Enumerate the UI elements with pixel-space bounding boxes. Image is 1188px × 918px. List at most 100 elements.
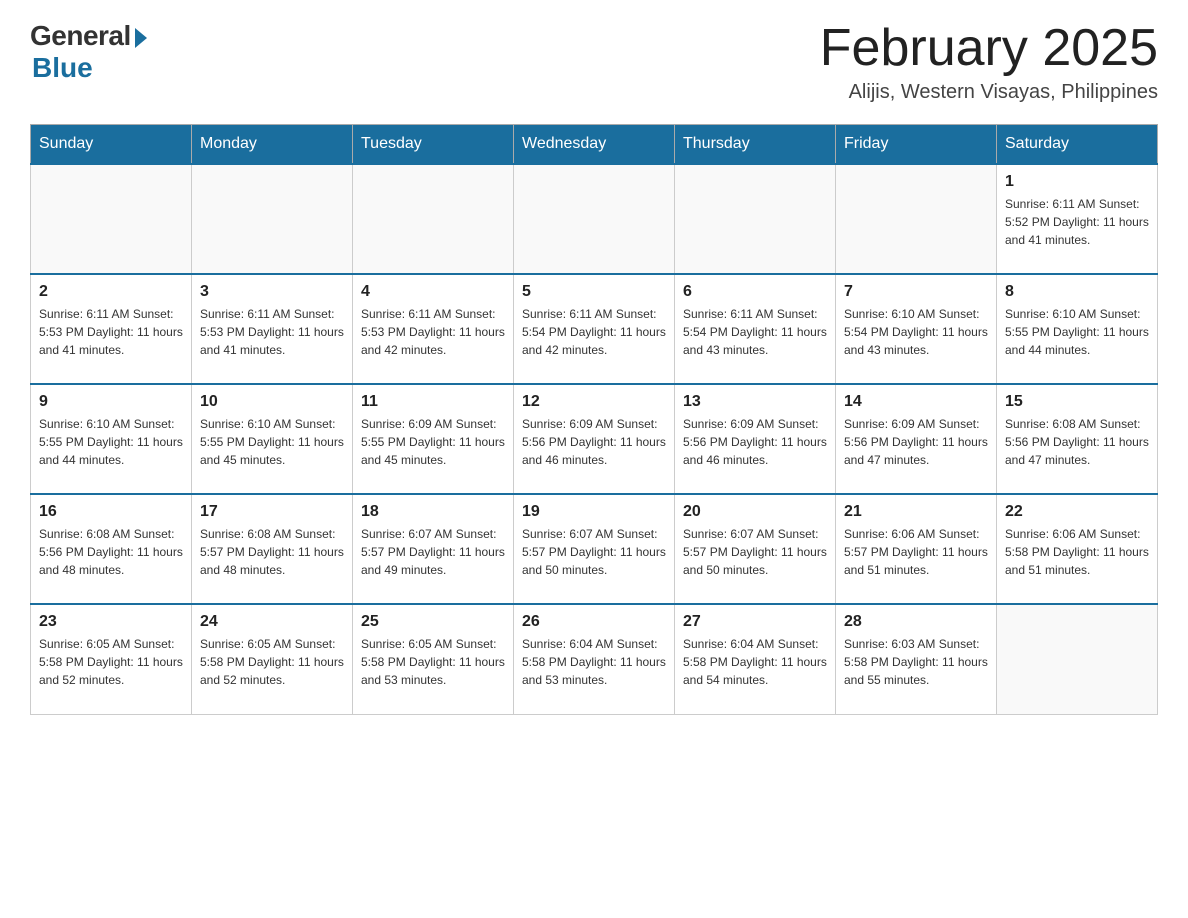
calendar-day-cell: 20 Sunrise: 6:07 AM Sunset: 5:57 PM Dayli… — [675, 494, 836, 604]
day-info: Sunrise: 6:11 AM Sunset: 5:53 PM Dayligh… — [200, 305, 344, 359]
day-info: Sunrise: 6:10 AM Sunset: 5:55 PM Dayligh… — [39, 415, 183, 469]
calendar-day-cell: 13 Sunrise: 6:09 AM Sunset: 5:56 PM Dayli… — [675, 384, 836, 494]
logo-arrow-icon — [135, 28, 147, 48]
calendar-week-row: 9Sunrise: 6:10 AM Sunset: 5:55 PM Daylig… — [31, 384, 1158, 494]
day-number: 6 — [683, 283, 827, 301]
calendar-week-row: 1 Sunrise: 6:11 AM Sunset: 5:52 PM Daylig… — [31, 164, 1158, 274]
calendar-day-cell: 17Sunrise: 6:08 AM Sunset: 5:57 PM Dayli… — [192, 494, 353, 604]
day-number: 24 — [200, 613, 344, 631]
day-number: 11 — [361, 393, 505, 411]
day-info: Sunrise: 6:04 AM Sunset: 5:58 PM Dayligh… — [522, 635, 666, 689]
day-number: 10 — [200, 393, 344, 411]
day-info: Sunrise: 6:04 AM Sunset: 5:58 PM Dayligh… — [683, 635, 827, 689]
day-info: Sunrise: 6:10 AM Sunset: 5:54 PM Dayligh… — [844, 305, 988, 359]
calendar-day-cell: 11 Sunrise: 6:09 AM Sunset: 5:55 PM Dayli… — [353, 384, 514, 494]
day-of-week-header: Wednesday — [514, 125, 675, 165]
month-title: February 2025 — [820, 20, 1158, 77]
day-number: 28 — [844, 613, 988, 631]
day-info: Sunrise: 6:09 AM Sunset: 5:56 PM Dayligh… — [844, 415, 988, 469]
day-number: 4 — [361, 283, 505, 301]
calendar-day-cell: 28 Sunrise: 6:03 AM Sunset: 5:58 PM Dayli… — [836, 604, 997, 714]
day-info: Sunrise: 6:09 AM Sunset: 5:55 PM Dayligh… — [361, 415, 505, 469]
calendar-day-cell: 23 Sunrise: 6:05 AM Sunset: 5:58 PM Dayli… — [31, 604, 192, 714]
calendar-day-cell: 21Sunrise: 6:06 AM Sunset: 5:57 PM Dayli… — [836, 494, 997, 604]
calendar-week-row: 23 Sunrise: 6:05 AM Sunset: 5:58 PM Dayli… — [31, 604, 1158, 714]
calendar-day-cell: 16 Sunrise: 6:08 AM Sunset: 5:56 PM Dayli… — [31, 494, 192, 604]
calendar-day-cell: 18 Sunrise: 6:07 AM Sunset: 5:57 PM Dayli… — [353, 494, 514, 604]
day-number: 15 — [1005, 393, 1149, 411]
calendar-day-cell: 24 Sunrise: 6:05 AM Sunset: 5:58 PM Dayli… — [192, 604, 353, 714]
day-info: Sunrise: 6:07 AM Sunset: 5:57 PM Dayligh… — [522, 525, 666, 579]
day-number: 1 — [1005, 173, 1149, 191]
day-info: Sunrise: 6:07 AM Sunset: 5:57 PM Dayligh… — [683, 525, 827, 579]
calendar-day-cell: 2 Sunrise: 6:11 AM Sunset: 5:53 PM Daylig… — [31, 274, 192, 384]
calendar-day-cell: 27 Sunrise: 6:04 AM Sunset: 5:58 PM Dayli… — [675, 604, 836, 714]
day-number: 5 — [522, 283, 666, 301]
calendar-week-row: 2 Sunrise: 6:11 AM Sunset: 5:53 PM Daylig… — [31, 274, 1158, 384]
calendar-header-row: SundayMondayTuesdayWednesdayThursdayFrid… — [31, 125, 1158, 165]
day-number: 18 — [361, 503, 505, 521]
calendar-day-cell: 15 Sunrise: 6:08 AM Sunset: 5:56 PM Dayli… — [997, 384, 1158, 494]
calendar-day-cell: 14Sunrise: 6:09 AM Sunset: 5:56 PM Dayli… — [836, 384, 997, 494]
logo: General Blue — [30, 20, 147, 84]
day-number: 27 — [683, 613, 827, 631]
day-info: Sunrise: 6:08 AM Sunset: 5:56 PM Dayligh… — [1005, 415, 1149, 469]
calendar-table: SundayMondayTuesdayWednesdayThursdayFrid… — [30, 124, 1158, 715]
page-header: General Blue February 2025 Alijis, Weste… — [30, 20, 1158, 104]
calendar-day-cell: 8 Sunrise: 6:10 AM Sunset: 5:55 PM Daylig… — [997, 274, 1158, 384]
calendar-day-cell — [31, 164, 192, 274]
day-info: Sunrise: 6:05 AM Sunset: 5:58 PM Dayligh… — [200, 635, 344, 689]
day-info: Sunrise: 6:11 AM Sunset: 5:53 PM Dayligh… — [39, 305, 183, 359]
calendar-day-cell: 26 Sunrise: 6:04 AM Sunset: 5:58 PM Dayli… — [514, 604, 675, 714]
day-number: 16 — [39, 503, 183, 521]
day-of-week-header: Friday — [836, 125, 997, 165]
calendar-day-cell — [997, 604, 1158, 714]
calendar-day-cell: 10 Sunrise: 6:10 AM Sunset: 5:55 PM Dayli… — [192, 384, 353, 494]
day-info: Sunrise: 6:11 AM Sunset: 5:52 PM Dayligh… — [1005, 195, 1149, 249]
day-info: Sunrise: 6:08 AM Sunset: 5:56 PM Dayligh… — [39, 525, 183, 579]
day-number: 13 — [683, 393, 827, 411]
day-info: Sunrise: 6:11 AM Sunset: 5:54 PM Dayligh… — [683, 305, 827, 359]
day-number: 12 — [522, 393, 666, 411]
day-number: 20 — [683, 503, 827, 521]
logo-blue-text: Blue — [32, 52, 93, 84]
day-of-week-header: Sunday — [31, 125, 192, 165]
calendar-day-cell: 25Sunrise: 6:05 AM Sunset: 5:58 PM Dayli… — [353, 604, 514, 714]
title-section: February 2025 Alijis, Western Visayas, P… — [820, 20, 1158, 104]
day-number: 8 — [1005, 283, 1149, 301]
calendar-day-cell: 19 Sunrise: 6:07 AM Sunset: 5:57 PM Dayli… — [514, 494, 675, 604]
day-info: Sunrise: 6:07 AM Sunset: 5:57 PM Dayligh… — [361, 525, 505, 579]
calendar-day-cell: 1 Sunrise: 6:11 AM Sunset: 5:52 PM Daylig… — [997, 164, 1158, 274]
day-number: 2 — [39, 283, 183, 301]
day-number: 21 — [844, 503, 988, 521]
day-info: Sunrise: 6:10 AM Sunset: 5:55 PM Dayligh… — [1005, 305, 1149, 359]
calendar-day-cell — [836, 164, 997, 274]
logo-general-text: General — [30, 20, 131, 52]
day-of-week-header: Thursday — [675, 125, 836, 165]
day-info: Sunrise: 6:09 AM Sunset: 5:56 PM Dayligh… — [522, 415, 666, 469]
day-number: 23 — [39, 613, 183, 631]
calendar-day-cell — [353, 164, 514, 274]
day-number: 17 — [200, 503, 344, 521]
day-number: 26 — [522, 613, 666, 631]
day-of-week-header: Tuesday — [353, 125, 514, 165]
calendar-day-cell: 12 Sunrise: 6:09 AM Sunset: 5:56 PM Dayli… — [514, 384, 675, 494]
day-info: Sunrise: 6:10 AM Sunset: 5:55 PM Dayligh… — [200, 415, 344, 469]
day-info: Sunrise: 6:03 AM Sunset: 5:58 PM Dayligh… — [844, 635, 988, 689]
day-number: 22 — [1005, 503, 1149, 521]
calendar-day-cell: 9Sunrise: 6:10 AM Sunset: 5:55 PM Daylig… — [31, 384, 192, 494]
day-info: Sunrise: 6:09 AM Sunset: 5:56 PM Dayligh… — [683, 415, 827, 469]
day-number: 19 — [522, 503, 666, 521]
day-info: Sunrise: 6:05 AM Sunset: 5:58 PM Dayligh… — [39, 635, 183, 689]
day-number: 3 — [200, 283, 344, 301]
calendar-day-cell: 7 Sunrise: 6:10 AM Sunset: 5:54 PM Daylig… — [836, 274, 997, 384]
day-info: Sunrise: 6:06 AM Sunset: 5:58 PM Dayligh… — [1005, 525, 1149, 579]
day-number: 25 — [361, 613, 505, 631]
calendar-day-cell — [514, 164, 675, 274]
calendar-day-cell: 4Sunrise: 6:11 AM Sunset: 5:53 PM Daylig… — [353, 274, 514, 384]
day-info: Sunrise: 6:11 AM Sunset: 5:54 PM Dayligh… — [522, 305, 666, 359]
calendar-day-cell: 3 Sunrise: 6:11 AM Sunset: 5:53 PM Daylig… — [192, 274, 353, 384]
calendar-day-cell: 22 Sunrise: 6:06 AM Sunset: 5:58 PM Dayli… — [997, 494, 1158, 604]
calendar-day-cell: 6 Sunrise: 6:11 AM Sunset: 5:54 PM Daylig… — [675, 274, 836, 384]
day-number: 7 — [844, 283, 988, 301]
